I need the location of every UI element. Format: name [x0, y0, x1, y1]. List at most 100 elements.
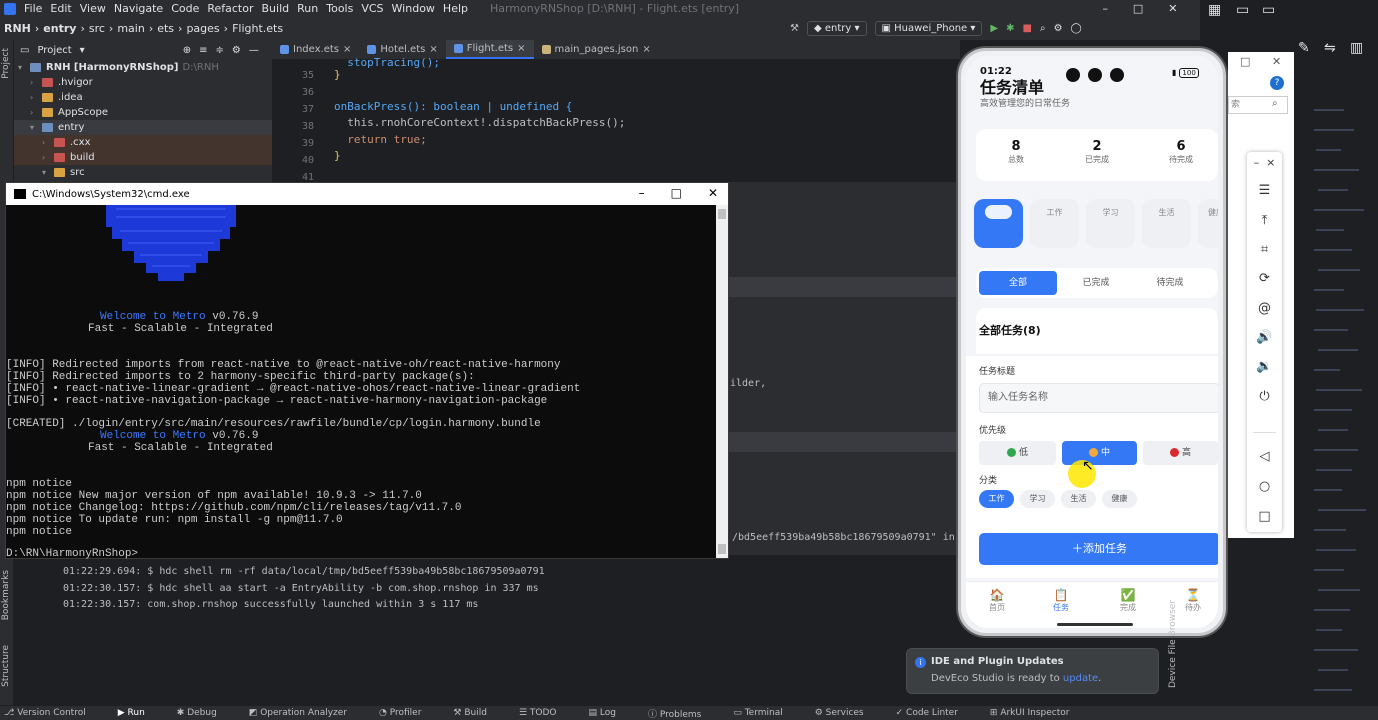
- tool-terminal[interactable]: ▭ Terminal: [733, 708, 798, 718]
- breadcrumb-item[interactable]: pages: [186, 22, 219, 35]
- menu-edit[interactable]: Edit: [46, 2, 75, 15]
- menu-build[interactable]: Build: [258, 2, 294, 15]
- help-icon[interactable]: ?: [1270, 76, 1284, 90]
- close-icon[interactable]: ✕: [1168, 2, 1177, 15]
- back-icon[interactable]: ◁: [1247, 446, 1282, 466]
- breadcrumb-item[interactable]: ets: [157, 22, 174, 35]
- tool-debug[interactable]: ✱ Debug: [177, 708, 233, 718]
- stop-icon[interactable]: ■: [1023, 23, 1032, 34]
- category-card[interactable]: 健康: [1198, 199, 1218, 248]
- close-icon[interactable]: ×: [1266, 156, 1275, 169]
- tool-operation-analyzer[interactable]: ◩ Operation Analyzer: [249, 708, 363, 718]
- account-icon[interactable]: ◯: [1071, 23, 1082, 34]
- breadcrumb-item[interactable]: src: [89, 22, 105, 35]
- nav-home[interactable]: 🏠 首页: [982, 588, 1012, 613]
- tool-services[interactable]: ⚙ Services: [815, 708, 880, 718]
- tool-version-control[interactable]: ⎇ Version Control: [4, 708, 102, 718]
- project-tool-label[interactable]: Project: [1, 48, 11, 79]
- volume-up-icon[interactable]: 🔊: [1247, 327, 1282, 347]
- pin-top-icon[interactable]: ⤒: [1247, 210, 1282, 230]
- category-card[interactable]: 工作: [1030, 199, 1079, 248]
- home-icon[interactable]: ○: [1247, 476, 1282, 496]
- search-icon[interactable]: ⌕: [1040, 23, 1046, 34]
- minimize-icon[interactable]: –: [1102, 2, 1108, 15]
- menu-help[interactable]: Help: [439, 2, 472, 15]
- filter-pending[interactable]: 待完成: [1134, 271, 1206, 295]
- priority-high[interactable]: 高: [1143, 441, 1218, 465]
- cmd-window[interactable]: C:\Windows\System32\cmd.exe – □ ✕ Welcom…: [5, 182, 729, 560]
- close-icon[interactable]: ×: [517, 43, 525, 54]
- collapse-icon[interactable]: ≡: [199, 45, 207, 56]
- menu-refactor[interactable]: Refactor: [203, 2, 257, 15]
- phone-screen[interactable]: 01:22 ▮ 100 任务清单 高效管理您的日常任务 8 总数 2 已完成 6…: [966, 56, 1218, 628]
- crop-icon[interactable]: ⌗: [1247, 239, 1282, 259]
- rotate-icon[interactable]: ⟳: [1247, 268, 1282, 288]
- menu-run[interactable]: Run: [293, 2, 322, 15]
- priority-low[interactable]: 低: [979, 441, 1056, 465]
- tool-code-linter[interactable]: ✓ Code Linter: [896, 708, 974, 718]
- expand-icon[interactable]: ≑: [215, 45, 223, 56]
- maximize-icon[interactable]: □: [1133, 2, 1143, 15]
- breadcrumb-item[interactable]: RNH: [4, 22, 31, 35]
- menu-navigate[interactable]: Navigate: [110, 2, 167, 15]
- update-link[interactable]: update: [1063, 673, 1098, 684]
- filter-all[interactable]: 全部: [979, 271, 1057, 295]
- tree-row[interactable]: › .cxx: [14, 135, 272, 150]
- gear-icon[interactable]: ⚙: [232, 45, 241, 56]
- breadcrumb-item[interactable]: entry: [43, 22, 76, 35]
- category-card[interactable]: 学习: [1086, 199, 1135, 248]
- menu-file[interactable]: File: [20, 2, 46, 15]
- compare-icon[interactable]: ⇋: [1324, 40, 1336, 56]
- hide-icon[interactable]: —: [249, 45, 259, 56]
- category-carousel[interactable]: 工作 学习 生活 健康: [974, 199, 1218, 249]
- device-select[interactable]: ▣ Huawei_Phone ▾: [874, 21, 983, 36]
- close-icon[interactable]: ✕: [708, 186, 718, 200]
- filter-completed[interactable]: 已完成: [1060, 271, 1132, 295]
- run-icon[interactable]: ▶: [990, 23, 998, 34]
- category-option-life[interactable]: 生活: [1061, 490, 1096, 508]
- nav-todo[interactable]: ⏳ 待办: [1178, 588, 1208, 613]
- search-box[interactable]: 索: [1228, 96, 1288, 114]
- at-icon[interactable]: @: [1247, 298, 1282, 318]
- close-icon[interactable]: ×: [642, 44, 650, 55]
- tool-run[interactable]: ▶ Run: [118, 708, 161, 718]
- nav-tasks[interactable]: 📋 任务: [1046, 588, 1076, 613]
- hammer-icon[interactable]: ⚒: [790, 23, 799, 34]
- recents-icon[interactable]: □: [1247, 506, 1282, 526]
- update-notification[interactable]: i IDE and Plugin Updates DevEco Studio i…: [906, 648, 1159, 694]
- tree-row[interactable]: ▾ entry: [14, 120, 272, 135]
- menu-tools[interactable]: Tools: [322, 2, 357, 15]
- tool-log[interactable]: ▤ Log: [589, 708, 632, 718]
- pen-icon[interactable]: ✎: [1298, 40, 1310, 56]
- maximize-icon[interactable]: □: [1240, 55, 1250, 68]
- tree-row[interactable]: › build: [14, 150, 272, 165]
- gear-icon[interactable]: ⚙: [1054, 23, 1063, 34]
- structure-tool-label[interactable]: Structure: [1, 645, 11, 687]
- run-config-select[interactable]: ◆ entry ▾: [806, 21, 867, 36]
- tool-arkui-inspector[interactable]: ⊞ ArkUI Inspector: [990, 708, 1086, 718]
- menu-view[interactable]: View: [76, 2, 110, 15]
- debug-icon[interactable]: ✱: [1006, 23, 1014, 34]
- device-browser-tool-label[interactable]: Device File Browser: [1168, 600, 1178, 688]
- grid-icon[interactable]: ▦: [1208, 2, 1221, 18]
- tree-row[interactable]: › AppScope: [14, 105, 272, 120]
- cmd-prompt[interactable]: D:\RN\HarmonyRnShop>: [6, 548, 138, 560]
- nav-done[interactable]: ✅ 完成: [1113, 588, 1143, 613]
- tool-build[interactable]: ⚒ Build: [453, 708, 503, 718]
- close-icon[interactable]: ×: [429, 44, 437, 55]
- scroll-thumb[interactable]: [718, 209, 726, 219]
- menu-window[interactable]: Window: [388, 2, 439, 15]
- close-icon[interactable]: ×: [343, 44, 351, 55]
- task-title-input[interactable]: 输入任务名称: [979, 383, 1218, 413]
- tool-problems[interactable]: ⓘ Problems: [648, 707, 717, 720]
- scroll-thumb[interactable]: [718, 544, 726, 554]
- category-option-health[interactable]: 健康: [1102, 490, 1137, 508]
- menu-vcs[interactable]: VCS: [357, 2, 387, 15]
- menu-icon[interactable]: ☰: [1247, 180, 1282, 200]
- menu-code[interactable]: Code: [167, 2, 203, 15]
- close-icon[interactable]: ✕: [1272, 55, 1281, 68]
- code-editor[interactable]: 35 36 37 38 39 40 41 stopTracing(); } on…: [272, 56, 960, 183]
- minimize-icon[interactable]: –: [639, 186, 645, 200]
- cmd-scrollbar[interactable]: [716, 205, 728, 558]
- split-icon[interactable]: ▥: [1350, 40, 1363, 56]
